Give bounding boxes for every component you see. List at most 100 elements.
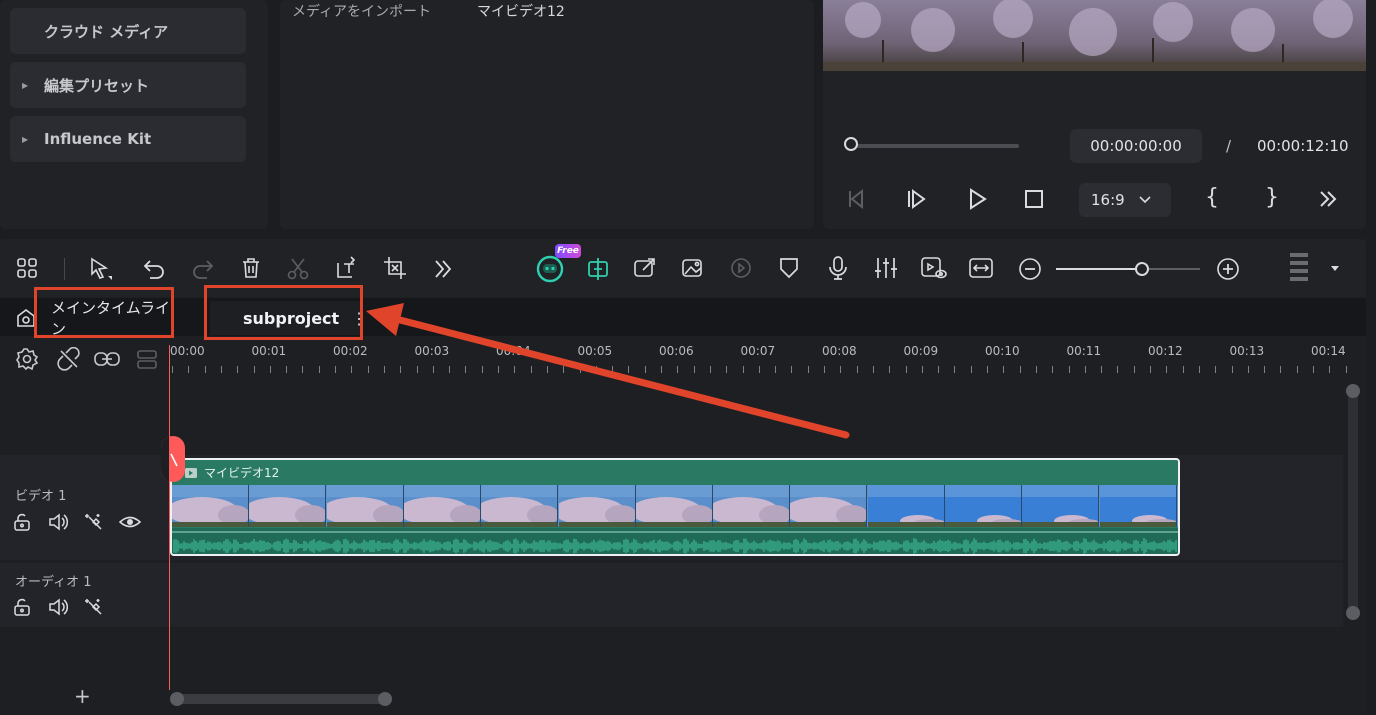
- current-time-box[interactable]: 00:00:00:00: [1070, 129, 1202, 163]
- annotation-box-main-tab: [34, 287, 174, 338]
- text-insert-icon[interactable]: [334, 255, 360, 281]
- play-icon[interactable]: [965, 187, 989, 211]
- settings-icon[interactable]: [15, 347, 39, 371]
- playhead-line[interactable]: [169, 345, 170, 690]
- layout-grid-icon[interactable]: [16, 257, 38, 279]
- toolbar-divider: [64, 258, 65, 280]
- clip-thumbnail: [945, 485, 1022, 527]
- more-controls-icon[interactable]: [1317, 188, 1339, 210]
- ruler-tick: [1068, 366, 1070, 373]
- ruler-tick: [237, 366, 239, 373]
- caret-down-icon[interactable]: [1330, 265, 1340, 273]
- ruler-tick: [1166, 366, 1168, 373]
- ruler-tick: [954, 366, 956, 373]
- fit-timeline-icon[interactable]: [968, 256, 994, 280]
- ruler-label: 00:09: [903, 344, 939, 358]
- ruler-tick: [921, 366, 923, 373]
- ruler-tick: [1313, 366, 1314, 373]
- mark-in-icon[interactable]: {: [1205, 185, 1219, 210]
- sidebar-item-label: Influence Kit: [44, 130, 152, 148]
- sidebar-item-cloud-media[interactable]: クラウド メディア: [10, 8, 246, 54]
- playback-slider-knob[interactable]: [844, 137, 858, 151]
- more-tools-icon[interactable]: [432, 258, 454, 280]
- horizontal-scrollbar[interactable]: [170, 691, 395, 707]
- sidebar-panel: クラウド メディア ▶ 編集プリセット ▶ Influence Kit: [0, 0, 268, 229]
- add-track-icon[interactable]: +: [74, 684, 91, 708]
- link-icon[interactable]: [93, 347, 121, 371]
- ruler-label: 00:10: [985, 344, 1020, 358]
- auto-reframe-icon[interactable]: [585, 256, 611, 282]
- ruler-tick: [172, 366, 173, 373]
- aspect-ratio-value: 16:9: [1091, 191, 1125, 209]
- mask-shield-icon[interactable]: [778, 256, 800, 280]
- select-tool-icon[interactable]: [88, 256, 114, 282]
- clip-thumbnail: [172, 485, 249, 527]
- delete-icon[interactable]: [240, 257, 262, 279]
- next-frame-icon[interactable]: [905, 187, 929, 211]
- ruler-tick: [1280, 366, 1282, 373]
- vertical-scrollbar[interactable]: [1344, 380, 1362, 686]
- clip-thumbnail: [713, 485, 791, 527]
- prev-frame-icon[interactable]: [845, 187, 869, 211]
- audio-track-label: オーディオ 1: [15, 575, 92, 590]
- image-edit-icon[interactable]: [681, 256, 705, 280]
- video-clip[interactable]: マイビデオ12: [170, 458, 1180, 556]
- aspect-ratio-select[interactable]: 16:9: [1079, 183, 1171, 217]
- speed-ramp-icon[interactable]: [729, 256, 753, 280]
- magic-wand-icon[interactable]: [84, 597, 104, 617]
- ruler-label: 00:00: [170, 344, 205, 358]
- zoom-slider-knob[interactable]: [1135, 262, 1149, 276]
- magic-wand-icon[interactable]: [84, 512, 104, 532]
- ruler-tick: [220, 366, 222, 373]
- mark-out-icon[interactable]: }: [1265, 185, 1279, 210]
- ruler-tick: [1003, 366, 1005, 373]
- lock-icon[interactable]: [13, 598, 31, 616]
- unlink-icon[interactable]: [57, 347, 81, 371]
- speaker-icon[interactable]: [48, 598, 68, 616]
- ruler-tick: [1215, 366, 1217, 373]
- ruler-tick: [1296, 366, 1298, 373]
- clip-thumbnail: [403, 485, 481, 527]
- speaker-icon[interactable]: [48, 513, 68, 531]
- playback-slider[interactable]: [845, 144, 1019, 148]
- preview-render-icon[interactable]: [920, 255, 948, 281]
- media-file-name[interactable]: マイビデオ12: [477, 1, 565, 21]
- ruler-tick: [987, 366, 988, 373]
- playhead-handle[interactable]: [161, 436, 185, 482]
- crop-icon[interactable]: [383, 256, 407, 280]
- home-icon[interactable]: [16, 308, 36, 328]
- ruler-tick: [351, 366, 353, 373]
- zoom-in-icon[interactable]: [1216, 257, 1240, 281]
- ruler-tick: [1019, 366, 1021, 373]
- eye-icon[interactable]: [119, 513, 141, 531]
- track-group-icon[interactable]: [135, 347, 159, 371]
- audio-mixer-icon[interactable]: [873, 256, 899, 280]
- ruler-tick: [1345, 366, 1347, 373]
- ruler-label: 00:11: [1066, 344, 1102, 358]
- undo-icon[interactable]: [142, 257, 166, 281]
- time-separator: /: [1226, 137, 1232, 155]
- ruler-tick: [1198, 366, 1200, 373]
- sidebar-item-edit-presets[interactable]: ▶ 編集プリセット: [10, 62, 246, 108]
- ruler-tick: [1231, 366, 1233, 373]
- export-clip-icon[interactable]: [633, 256, 657, 280]
- current-time: 00:00:00:00: [1090, 137, 1182, 155]
- split-cut-icon[interactable]: [286, 257, 310, 281]
- chevron-down-icon: [1139, 196, 1151, 204]
- ruler-tick: [1052, 366, 1054, 373]
- redo-icon[interactable]: [191, 257, 215, 281]
- microphone-icon[interactable]: [826, 255, 850, 281]
- zoom-out-icon[interactable]: [1018, 257, 1042, 281]
- lock-icon[interactable]: [13, 513, 31, 531]
- player-panel: 00:00:00:00 / 00:00:12:10 16:9 { }: [823, 0, 1366, 229]
- clip-thumbnail: [1099, 485, 1177, 527]
- stop-icon[interactable]: [1022, 187, 1046, 211]
- ruler-tick: [204, 366, 206, 373]
- ruler-tick: [1084, 366, 1086, 373]
- sidebar-item-influence-kit[interactable]: ▶ Influence Kit: [10, 116, 246, 162]
- caret-right-icon: ▶: [22, 80, 29, 90]
- audio-waveform: [172, 528, 1178, 554]
- track-height-icon[interactable]: [1288, 251, 1310, 287]
- import-media-label[interactable]: メディアをインポート: [292, 1, 431, 21]
- audio-track-row: [0, 563, 1343, 627]
